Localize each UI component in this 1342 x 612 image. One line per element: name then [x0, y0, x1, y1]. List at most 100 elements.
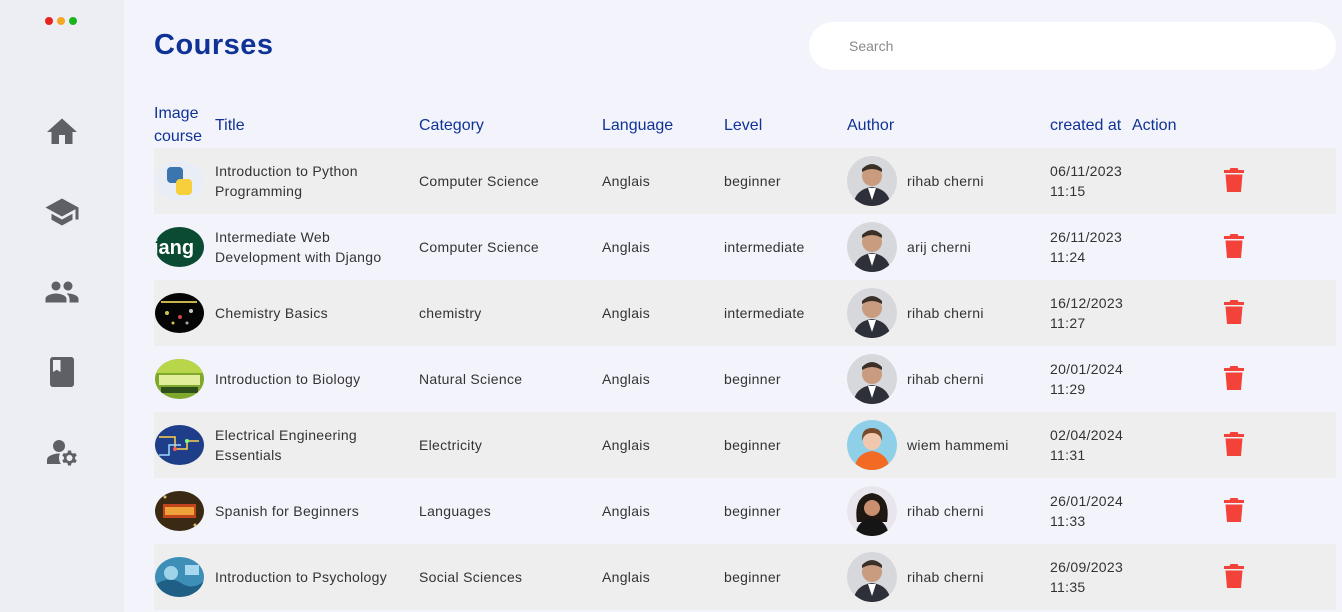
created-time: 11:33: [1050, 513, 1086, 529]
created-time: 11:27: [1050, 315, 1086, 331]
avatar: [847, 552, 897, 602]
created-time: 11:35: [1050, 579, 1086, 595]
column-header-image-line1: Image: [154, 105, 199, 122]
trash-icon: [1224, 366, 1244, 390]
course-title: Electrical Engineering Essentials: [215, 427, 358, 463]
author-name: rihab cherni: [907, 503, 984, 519]
trash-icon: [1224, 498, 1244, 522]
course-category: Computer Science: [419, 239, 539, 255]
created-date: 06/11/2023: [1050, 163, 1123, 179]
avatar: [847, 156, 897, 206]
created-date: 16/12/2023: [1050, 295, 1124, 311]
course-language: Anglais: [602, 437, 651, 453]
sidebar-item-user-settings[interactable]: [42, 432, 82, 472]
delete-button[interactable]: [1224, 234, 1244, 258]
table-row: jang Intermediate Web Development with D…: [154, 214, 1336, 280]
delete-button[interactable]: [1224, 564, 1244, 588]
author-name: rihab cherni: [907, 371, 984, 387]
trash-icon: [1224, 234, 1244, 258]
created-time: 11:15: [1050, 183, 1086, 199]
course-image: [155, 359, 204, 399]
created-date: 26/01/2024: [1050, 493, 1124, 509]
avatar: [847, 354, 897, 404]
svg-text:jang: jang: [155, 237, 194, 259]
course-language: Anglais: [602, 305, 651, 321]
user-settings-icon: [47, 440, 77, 466]
created-time: 11:31: [1050, 447, 1086, 463]
created-time: 11:29: [1050, 381, 1086, 397]
column-header-category: Category: [419, 117, 484, 134]
created-date: 20/01/2024: [1050, 361, 1124, 377]
delete-button[interactable]: [1224, 366, 1244, 390]
book-icon: [50, 357, 74, 387]
course-title: Introduction to Python Programming: [215, 163, 358, 199]
yellow-dot-icon[interactable]: [57, 17, 65, 25]
course-image: [155, 293, 204, 333]
sidebar-item-books[interactable]: [42, 352, 82, 392]
home-icon: [47, 118, 77, 144]
course-title: Introduction to Biology: [215, 371, 361, 387]
course-level: beginner: [724, 173, 781, 189]
sidebar: [0, 0, 124, 612]
trash-icon: [1224, 432, 1244, 456]
created-at: 02/04/2024 11:31: [1050, 425, 1123, 465]
created-at: 26/09/2023 11:35: [1050, 557, 1123, 597]
course-category: Natural Science: [419, 371, 523, 387]
sidebar-item-courses[interactable]: [42, 192, 82, 232]
course-title: Chemistry Basics: [215, 305, 328, 321]
green-dot-icon[interactable]: [69, 17, 77, 25]
column-header-image-line2: course: [154, 128, 203, 145]
course-title: Intermediate Web Development with Django: [215, 229, 382, 265]
course-category: Computer Science: [419, 173, 539, 189]
page-title: Courses: [154, 29, 274, 61]
column-header-author: Author: [847, 117, 895, 134]
course-image: [155, 491, 204, 531]
column-header-title: Title: [215, 117, 245, 134]
course-level: intermediate: [724, 305, 805, 321]
created-date: 02/04/2024: [1050, 427, 1124, 443]
column-header-action: Action: [1132, 117, 1177, 134]
course-language: Anglais: [602, 173, 651, 189]
created-time: 11:24: [1050, 249, 1086, 265]
course-title: Spanish for Beginners: [215, 503, 360, 519]
course-level: beginner: [724, 437, 781, 453]
table-row: Introduction to Biology Natural Science …: [154, 346, 1336, 412]
author-name: wiem hammemi: [907, 437, 1009, 453]
course-level: beginner: [724, 569, 781, 585]
created-at: 06/11/2023 11:15: [1050, 161, 1122, 201]
course-language: Anglais: [602, 503, 651, 519]
course-language: Anglais: [602, 569, 651, 585]
created-at: 26/01/2024 11:33: [1050, 491, 1123, 531]
delete-button[interactable]: [1224, 300, 1244, 324]
created-date: 26/11/2023: [1050, 229, 1123, 245]
table-row: Electrical Engineering Essentials Electr…: [154, 412, 1336, 478]
trash-icon: [1224, 564, 1244, 588]
avatar: [847, 222, 897, 272]
course-language: Anglais: [602, 239, 651, 255]
created-at: 26/11/2023 11:24: [1050, 227, 1122, 267]
created-date: 26/09/2023: [1050, 559, 1124, 575]
graduation-cap-icon: [45, 198, 79, 226]
course-title: Introduction to Psychology: [215, 569, 388, 585]
course-category: Languages: [419, 503, 491, 519]
sidebar-item-home[interactable]: [42, 112, 82, 152]
avatar: [847, 288, 897, 338]
column-header-level: Level: [724, 117, 763, 134]
table-row: Chemistry Basics chemistry Anglais inter…: [154, 280, 1336, 346]
red-dot-icon[interactable]: [45, 17, 53, 25]
window-controls: [45, 17, 77, 25]
avatar: [847, 420, 897, 470]
column-header-image: Image course: [154, 102, 202, 148]
column-header-language: Language: [602, 117, 674, 134]
search-input[interactable]: [809, 22, 1336, 70]
course-category: Electricity: [419, 437, 483, 453]
delete-button[interactable]: [1224, 432, 1244, 456]
delete-button[interactable]: [1224, 498, 1244, 522]
course-image: [155, 425, 204, 465]
course-category: chemistry: [419, 305, 482, 321]
delete-button[interactable]: [1224, 168, 1244, 192]
author-name: rihab cherni: [907, 305, 984, 321]
course-level: beginner: [724, 371, 781, 387]
sidebar-item-users[interactable]: [42, 272, 82, 312]
course-image: [155, 161, 204, 201]
